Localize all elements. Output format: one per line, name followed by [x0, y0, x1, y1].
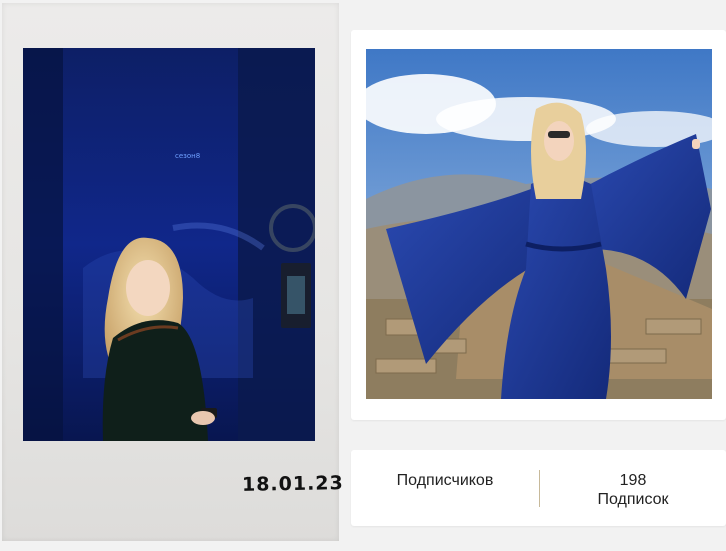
- polaroid-image: сезон8: [23, 48, 315, 441]
- profile-stats-card: Подписчиков 198 Подписок: [351, 450, 726, 526]
- followers-label: Подписчиков: [396, 472, 494, 489]
- profile-photo[interactable]: [366, 49, 712, 399]
- following-label: Подписок: [597, 491, 669, 508]
- followers-stat[interactable]: Подписчиков: [351, 450, 539, 526]
- photo-card[interactable]: [351, 30, 726, 420]
- polaroid-photo-card[interactable]: сезон8 18.01.23: [2, 3, 344, 541]
- screen-text: сезон8: [175, 152, 200, 160]
- polaroid-date: 18.01.23: [241, 472, 344, 496]
- following-stat[interactable]: 198 Подписок: [540, 450, 726, 526]
- following-count: 198: [619, 472, 647, 489]
